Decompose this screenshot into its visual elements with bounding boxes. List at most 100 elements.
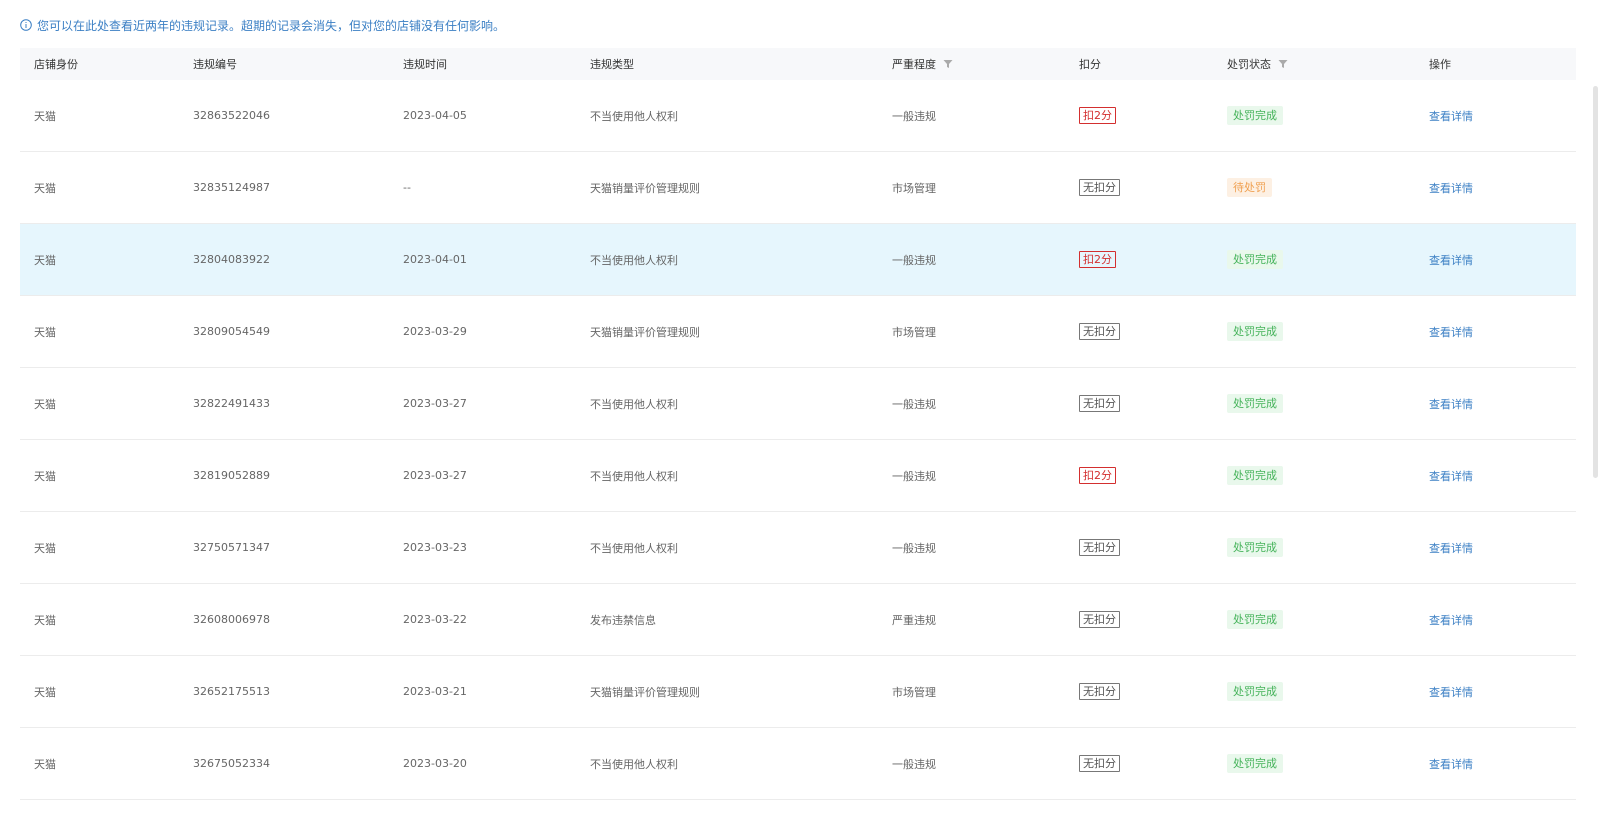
deduct-tag: 无扣分 bbox=[1079, 683, 1120, 700]
deduct-tag: 无扣分 bbox=[1079, 395, 1120, 412]
cell-violation-time: 2023-03-22 bbox=[403, 613, 467, 626]
cell-severity: 严重违规 bbox=[892, 613, 936, 627]
cell-penalty-status: 处罚完成 bbox=[1227, 538, 1283, 557]
view-details-link[interactable]: 查看详情 bbox=[1429, 108, 1473, 124]
cell-violation-type: 不当使用他人权利 bbox=[590, 541, 678, 555]
table-row: 天猫 32809054549 2023-03-29 天猫销量评价管理规则 市场管理 无扣分… bbox=[20, 296, 1576, 368]
cell-violation-type: 不当使用他人权利 bbox=[590, 397, 678, 411]
cell-violation-id: 32608006978 bbox=[193, 613, 270, 626]
status-badge: 处罚完成 bbox=[1227, 106, 1283, 125]
cell-violation-time: 2023-03-27 bbox=[403, 397, 467, 410]
view-details-link[interactable]: 查看详情 bbox=[1429, 324, 1473, 340]
view-details-link[interactable]: 查看详情 bbox=[1429, 468, 1473, 484]
status-badge: 处罚完成 bbox=[1227, 394, 1283, 413]
cell-severity: 市场管理 bbox=[892, 325, 936, 339]
view-details-link[interactable]: 查看详情 bbox=[1429, 540, 1473, 556]
notice-banner: 您可以在此处查看近两年的违规记录。超期的记录会消失，但对您的店铺没有任何影响。 bbox=[20, 17, 505, 33]
cell-violation-type: 不当使用他人权利 bbox=[590, 253, 678, 267]
vertical-scrollbar[interactable] bbox=[1593, 86, 1598, 478]
header-penalty-status: 处罚状态 bbox=[1227, 56, 1288, 72]
cell-violation-time: 2023-03-27 bbox=[403, 469, 467, 482]
table-row: 天猫 32675052334 2023-03-20 不当使用他人权利 一般违规 无扣分 处罚… bbox=[20, 728, 1576, 800]
cell-identity: 天猫 bbox=[34, 757, 56, 771]
notice-text: 您可以在此处查看近两年的违规记录。超期的记录会消失，但对您的店铺没有任何影响。 bbox=[37, 18, 506, 33]
header-deduct: 扣分 bbox=[1079, 58, 1101, 71]
filter-icon[interactable] bbox=[1278, 59, 1288, 69]
status-badge: 待处罚 bbox=[1227, 178, 1272, 197]
table-row: 天猫 32863522046 2023-04-05 不当使用他人权利 一般违规 扣2分 处罚… bbox=[20, 80, 1576, 152]
cell-violation-time: -- bbox=[403, 181, 411, 194]
cell-identity: 天猫 bbox=[34, 181, 56, 195]
cell-violation-type: 不当使用他人权利 bbox=[590, 109, 678, 123]
deduct-tag: 无扣分 bbox=[1079, 539, 1120, 556]
cell-violation-type: 天猫销量评价管理规则 bbox=[590, 181, 700, 195]
cell-deduct: 扣2分 bbox=[1079, 467, 1116, 484]
table-row: 天猫 32822491433 2023-03-27 不当使用他人权利 一般违规 无扣分 处罚… bbox=[20, 368, 1576, 440]
violation-table: 店铺身份 违规编号 违规时间 违规类型 严重程度 扣分 处罚状态 操作 天猫 32… bbox=[20, 48, 1576, 800]
cell-severity: 一般违规 bbox=[892, 541, 936, 555]
cell-violation-time: 2023-04-05 bbox=[403, 109, 467, 122]
cell-violation-id: 32675052334 bbox=[193, 757, 270, 770]
cell-deduct: 无扣分 bbox=[1079, 323, 1120, 340]
status-badge: 处罚完成 bbox=[1227, 322, 1283, 341]
cell-violation-id: 32819052889 bbox=[193, 469, 270, 482]
cell-violation-time: 2023-03-21 bbox=[403, 685, 467, 698]
status-badge: 处罚完成 bbox=[1227, 538, 1283, 557]
cell-deduct: 无扣分 bbox=[1079, 755, 1120, 772]
cell-identity: 天猫 bbox=[34, 109, 56, 123]
table-row: 天猫 32652175513 2023-03-21 天猫销量评价管理规则 市场管理 无扣分… bbox=[20, 656, 1576, 728]
deduct-tag: 扣2分 bbox=[1079, 467, 1116, 484]
cell-deduct: 无扣分 bbox=[1079, 179, 1120, 196]
cell-deduct: 无扣分 bbox=[1079, 611, 1120, 628]
header-severity: 严重程度 bbox=[892, 56, 953, 72]
cell-violation-id: 32863522046 bbox=[193, 109, 270, 122]
header-identity: 店铺身份 bbox=[34, 58, 78, 71]
cell-violation-time: 2023-03-23 bbox=[403, 541, 467, 554]
view-details-link[interactable]: 查看详情 bbox=[1429, 252, 1473, 268]
cell-violation-time: 2023-03-20 bbox=[403, 757, 467, 770]
view-details-link[interactable]: 查看详情 bbox=[1429, 684, 1473, 700]
table-row: 天猫 32804083922 2023-04-01 不当使用他人权利 一般违规 扣2分 处罚… bbox=[20, 224, 1576, 296]
cell-violation-id: 32822491433 bbox=[193, 397, 270, 410]
view-details-link[interactable]: 查看详情 bbox=[1429, 396, 1473, 412]
deduct-tag: 扣2分 bbox=[1079, 251, 1116, 268]
deduct-tag: 无扣分 bbox=[1079, 611, 1120, 628]
table-row: 天猫 32835124987 -- 天猫销量评价管理规则 市场管理 无扣分 待处罚 查看详情 bbox=[20, 152, 1576, 224]
cell-identity: 天猫 bbox=[34, 541, 56, 555]
table-row: 天猫 32819052889 2023-03-27 不当使用他人权利 一般违规 扣2分 处罚… bbox=[20, 440, 1576, 512]
cell-penalty-status: 处罚完成 bbox=[1227, 322, 1283, 341]
cell-action: 查看详情 bbox=[1429, 468, 1473, 484]
view-details-link[interactable]: 查看详情 bbox=[1429, 756, 1473, 772]
view-details-link[interactable]: 查看详情 bbox=[1429, 612, 1473, 628]
filter-icon[interactable] bbox=[943, 59, 953, 69]
cell-severity: 市场管理 bbox=[892, 685, 936, 699]
violation-records-page: 您可以在此处查看近两年的违规记录。超期的记录会消失，但对您的店铺没有任何影响。 … bbox=[0, 0, 1600, 823]
cell-action: 查看详情 bbox=[1429, 612, 1473, 628]
status-badge: 处罚完成 bbox=[1227, 754, 1283, 773]
cell-identity: 天猫 bbox=[34, 613, 56, 627]
cell-violation-id: 32750571347 bbox=[193, 541, 270, 554]
deduct-tag: 无扣分 bbox=[1079, 755, 1120, 772]
cell-action: 查看详情 bbox=[1429, 540, 1473, 556]
cell-severity: 一般违规 bbox=[892, 757, 936, 771]
cell-penalty-status: 处罚完成 bbox=[1227, 106, 1283, 125]
cell-penalty-status: 处罚完成 bbox=[1227, 466, 1283, 485]
header-violation-type: 违规类型 bbox=[590, 58, 634, 71]
cell-action: 查看详情 bbox=[1429, 108, 1473, 124]
header-violation-time: 违规时间 bbox=[403, 58, 447, 71]
cell-action: 查看详情 bbox=[1429, 756, 1473, 772]
status-badge: 处罚完成 bbox=[1227, 610, 1283, 629]
info-icon bbox=[20, 19, 32, 31]
cell-violation-id: 32835124987 bbox=[193, 181, 270, 194]
view-details-link[interactable]: 查看详情 bbox=[1429, 180, 1473, 196]
cell-penalty-status: 处罚完成 bbox=[1227, 610, 1283, 629]
table-header: 店铺身份 违规编号 违规时间 违规类型 严重程度 扣分 处罚状态 操作 bbox=[20, 48, 1576, 80]
cell-identity: 天猫 bbox=[34, 685, 56, 699]
cell-violation-id: 32652175513 bbox=[193, 685, 270, 698]
header-action: 操作 bbox=[1429, 58, 1451, 71]
deduct-tag: 无扣分 bbox=[1079, 323, 1120, 340]
cell-violation-type: 不当使用他人权利 bbox=[590, 757, 678, 771]
cell-severity: 一般违规 bbox=[892, 109, 936, 123]
cell-severity: 一般违规 bbox=[892, 397, 936, 411]
table-row: 天猫 32750571347 2023-03-23 不当使用他人权利 一般违规 无扣分 处罚… bbox=[20, 512, 1576, 584]
